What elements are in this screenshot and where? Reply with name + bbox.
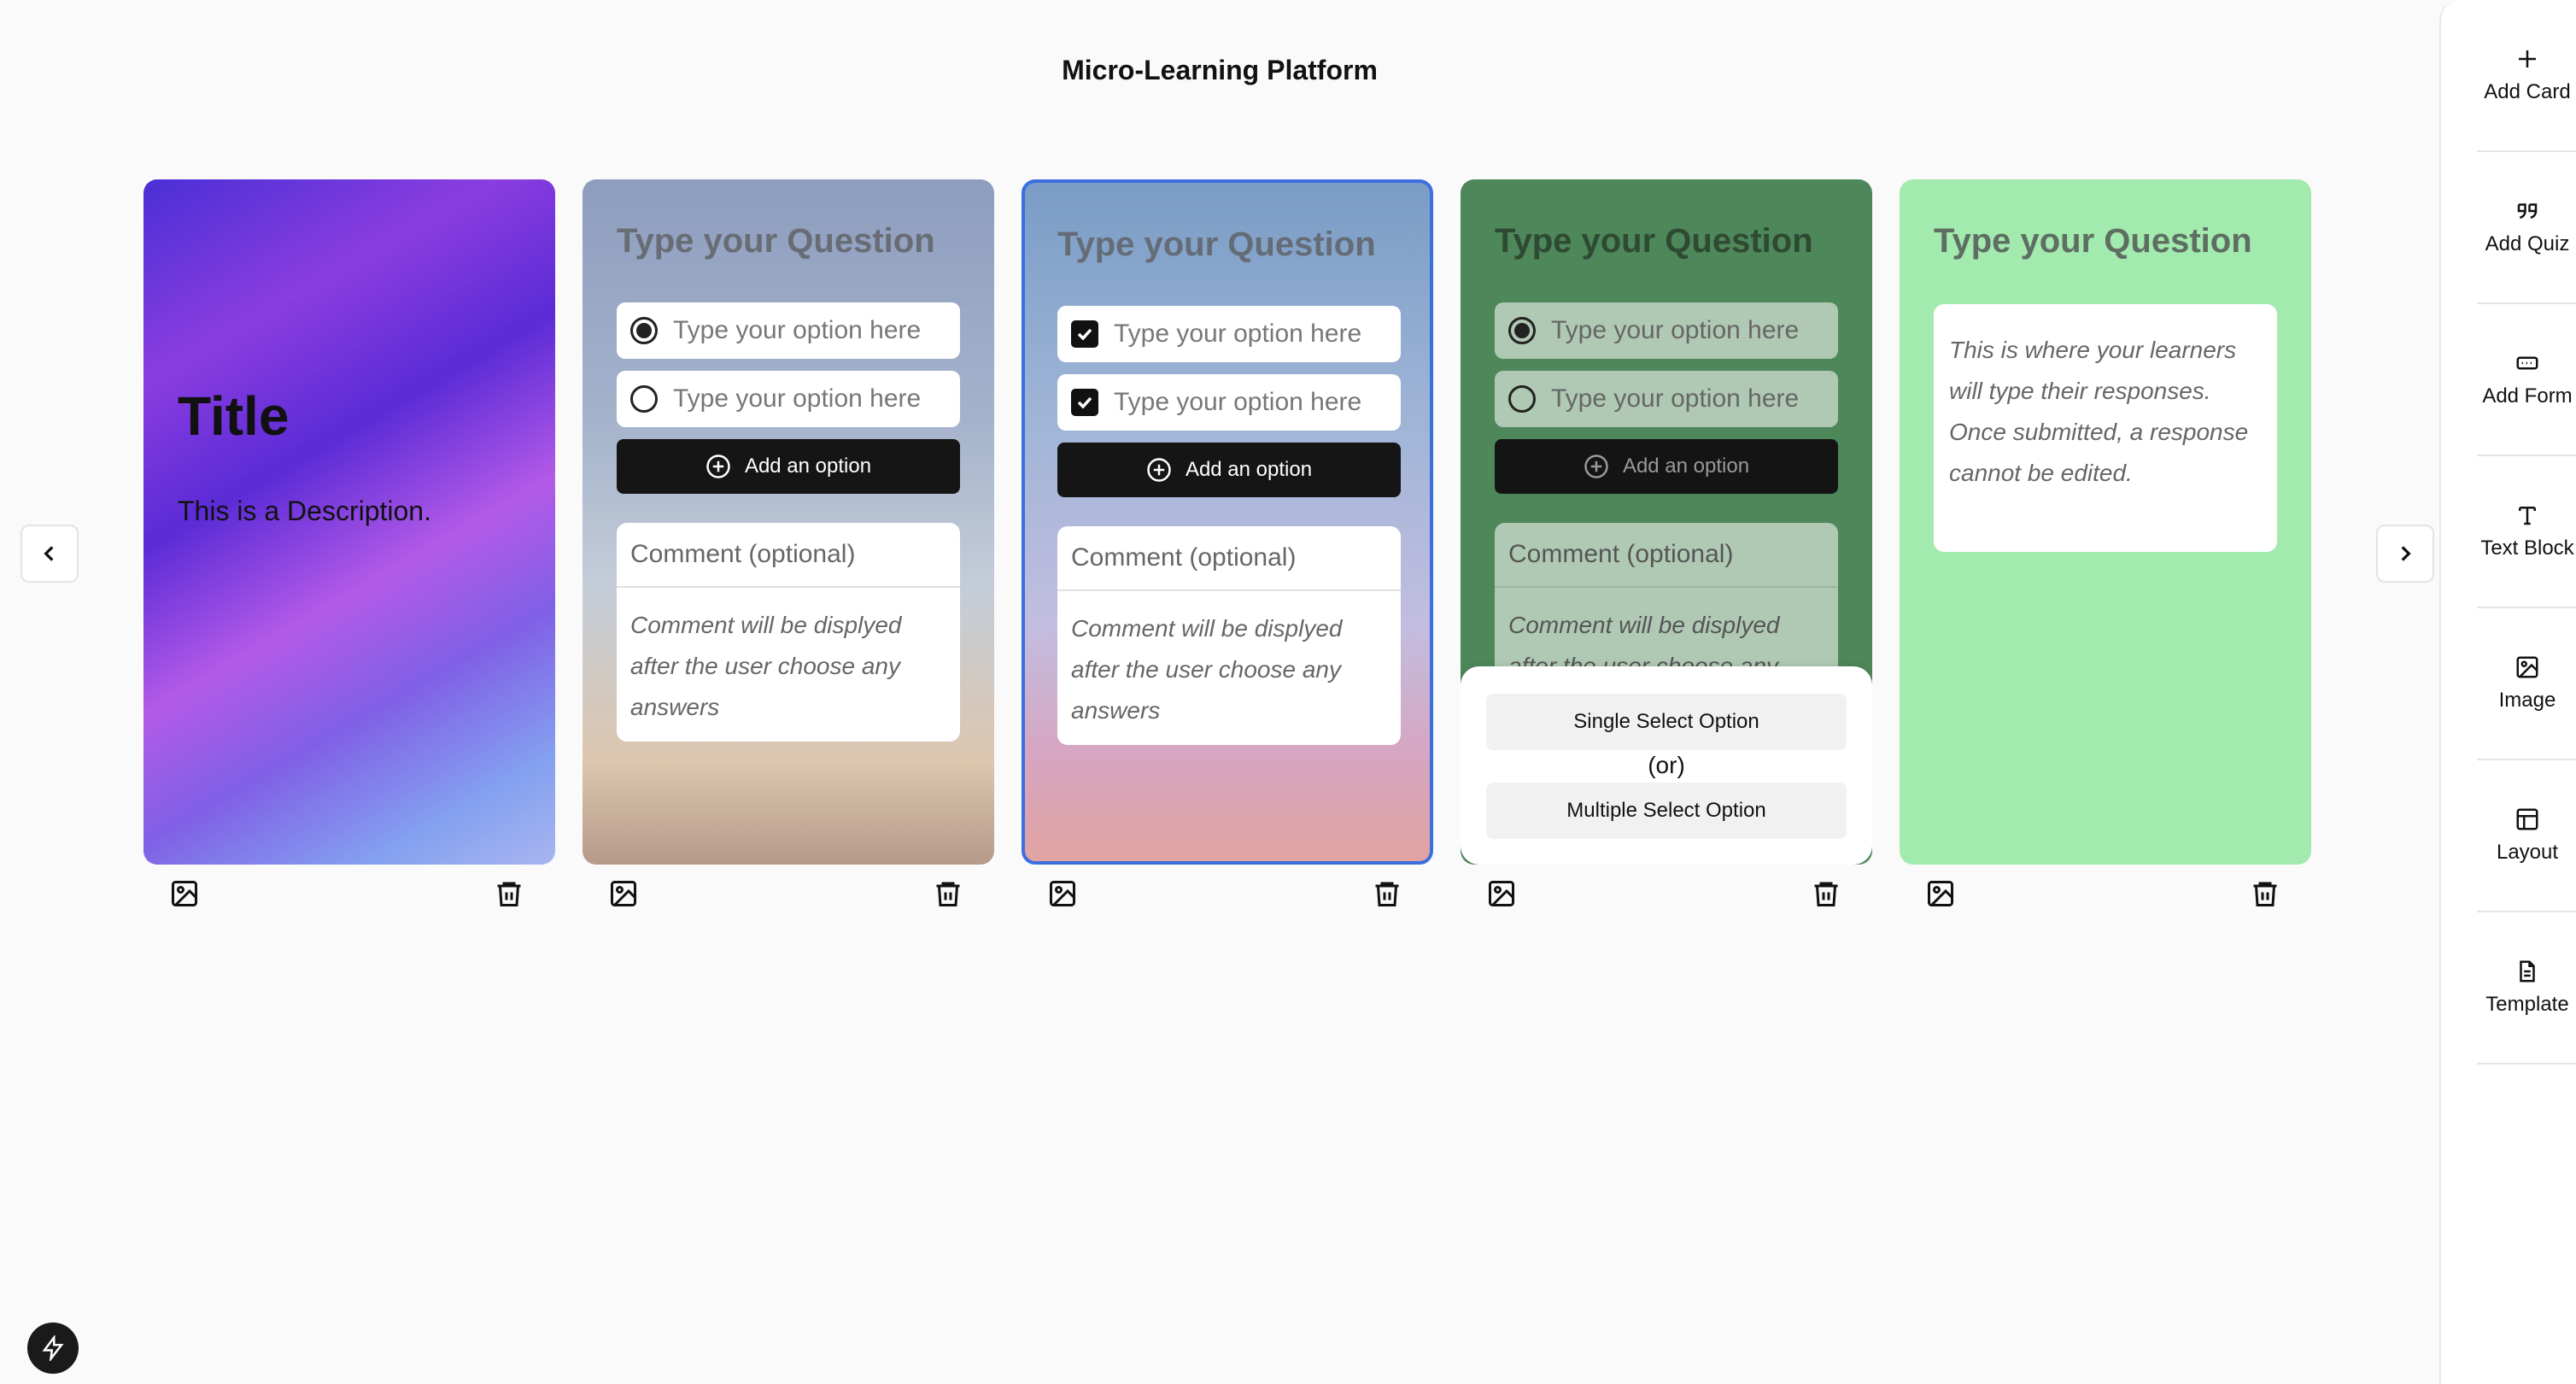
add-option-button[interactable]: Add an option [1057, 443, 1401, 497]
add-option-button[interactable]: Add an option [617, 439, 960, 494]
card-title[interactable]: Title [178, 384, 289, 448]
plus-circle-icon [1147, 458, 1171, 482]
radio-selected-icon[interactable] [1508, 317, 1536, 344]
tool-label: Template [2485, 993, 2569, 1016]
option-text: Type your option here [1114, 320, 1362, 348]
option-text: Type your option here [1551, 316, 1800, 344]
add-card-button[interactable]: Add Card [2477, 0, 2576, 152]
comment-hint: Comment will be displyed after the user … [630, 612, 902, 720]
layout-button[interactable]: Layout [2477, 760, 2576, 912]
comment-box[interactable]: Comment (optional) Comment will be displ… [617, 523, 960, 742]
question-input[interactable]: Type your Question [1057, 226, 1376, 264]
form-icon [2516, 356, 2538, 370]
option-field[interactable]: Type your option here [1057, 306, 1401, 362]
radio-selected-icon[interactable] [630, 317, 658, 344]
previous-button[interactable] [20, 525, 79, 583]
comment-input[interactable]: Comment (optional) [617, 523, 960, 588]
trash-icon[interactable] [494, 878, 524, 909]
page-title: Micro-Learning Platform [1062, 55, 1378, 85]
add-option-label: Add an option [1622, 454, 1750, 478]
layout-icon [2516, 808, 2538, 830]
plus-icon [2519, 50, 2536, 67]
response-hint: This is where your learners will type th… [1934, 304, 2277, 552]
option-field[interactable]: Type your option here [617, 302, 960, 359]
card-description[interactable]: This is a Description. [178, 496, 431, 527]
quiz-type-card[interactable]: Type your Question Type your option here… [1461, 179, 1872, 865]
quick-action-button[interactable] [27, 1322, 79, 1374]
option-field[interactable]: Type your option here [1057, 374, 1401, 431]
image-icon[interactable] [1486, 878, 1517, 909]
image-icon[interactable] [1047, 878, 1078, 909]
template-button[interactable]: Template [2477, 912, 2576, 1064]
image-icon[interactable] [608, 878, 639, 909]
comment-input[interactable]: Comment (optional) [1057, 526, 1401, 591]
chevron-left-icon [44, 546, 54, 561]
image-icon [2516, 656, 2538, 678]
image-icon[interactable] [1925, 878, 1956, 909]
form-card[interactable]: Type your Question This is where your le… [1900, 179, 2311, 865]
card-controls [1022, 875, 1433, 912]
tool-label: Text Block [2480, 537, 2574, 560]
option-text: Type your option here [1114, 388, 1362, 416]
checkbox-checked-icon[interactable] [1071, 320, 1098, 348]
add-option-label: Add an option [744, 454, 872, 478]
tool-label: Add Form [2482, 384, 2573, 408]
image-button[interactable]: Image [2477, 608, 2576, 760]
trash-icon[interactable] [2250, 878, 2280, 909]
card-controls [143, 875, 555, 912]
multiple-select-option-button[interactable]: Multiple Select Option [1486, 783, 1847, 839]
option-field[interactable]: Type your option here [1495, 302, 1838, 359]
trash-icon[interactable] [1372, 878, 1402, 909]
trash-icon[interactable] [933, 878, 963, 909]
title-card[interactable]: Title This is a Description. [143, 179, 555, 865]
comment-hint: Comment will be displyed after the user … [1071, 615, 1343, 724]
add-option-label: Add an option [1185, 458, 1313, 481]
comment-input[interactable]: Comment (optional) [1495, 523, 1838, 588]
tool-label: Image [2498, 689, 2556, 712]
question-input[interactable]: Type your Question [1934, 222, 2252, 261]
radio-icon[interactable] [1508, 385, 1536, 413]
option-text: Type your option here [673, 316, 922, 344]
quiz-type-popup: Single Select Option (or) Multiple Selec… [1461, 666, 1872, 865]
question-input[interactable]: Type your Question [617, 222, 935, 261]
card-controls [1900, 875, 2311, 912]
multi-select-quiz-card[interactable]: Type your Question Type your option here… [1022, 179, 1433, 865]
text-block-button[interactable]: Text Block [2477, 456, 2576, 608]
add-option-button[interactable]: Add an option [1495, 439, 1838, 494]
single-select-option-button[interactable]: Single Select Option [1486, 694, 1847, 750]
checkbox-checked-icon[interactable] [1071, 389, 1098, 416]
tools-panel: Add Card Add Quiz Add Form Text Block Im… [2439, 0, 2576, 1384]
tool-label: Add Quiz [2485, 232, 2570, 255]
document-icon [2520, 960, 2535, 982]
plus-circle-icon [1584, 454, 1608, 478]
card-controls [583, 875, 994, 912]
tool-label: Add Card [2484, 80, 2571, 103]
option-text: Type your option here [673, 384, 922, 413]
tool-label: Layout [2496, 841, 2559, 864]
next-button[interactable] [2376, 525, 2434, 583]
image-icon[interactable] [169, 878, 200, 909]
question-input[interactable]: Type your Question [1495, 222, 1813, 261]
add-form-button[interactable]: Add Form [2477, 304, 2576, 456]
trash-icon[interactable] [1811, 878, 1841, 909]
single-select-quiz-card[interactable]: Type your Question Type your option here… [583, 179, 994, 865]
card-controls [1461, 875, 1872, 912]
option-field[interactable]: Type your option here [1495, 371, 1838, 427]
lightning-icon [42, 1335, 64, 1361]
chevron-right-icon [2401, 546, 2411, 561]
comment-box[interactable]: Comment (optional) Comment will be displ… [1057, 526, 1401, 745]
option-field[interactable]: Type your option here [617, 371, 960, 427]
option-text: Type your option here [1551, 384, 1800, 413]
quote-icon [2517, 203, 2538, 219]
radio-icon[interactable] [630, 385, 658, 413]
plus-circle-icon [706, 454, 730, 478]
or-separator: (or) [1648, 752, 1685, 778]
add-quiz-button[interactable]: Add Quiz [2477, 152, 2576, 304]
text-icon [2519, 507, 2536, 525]
